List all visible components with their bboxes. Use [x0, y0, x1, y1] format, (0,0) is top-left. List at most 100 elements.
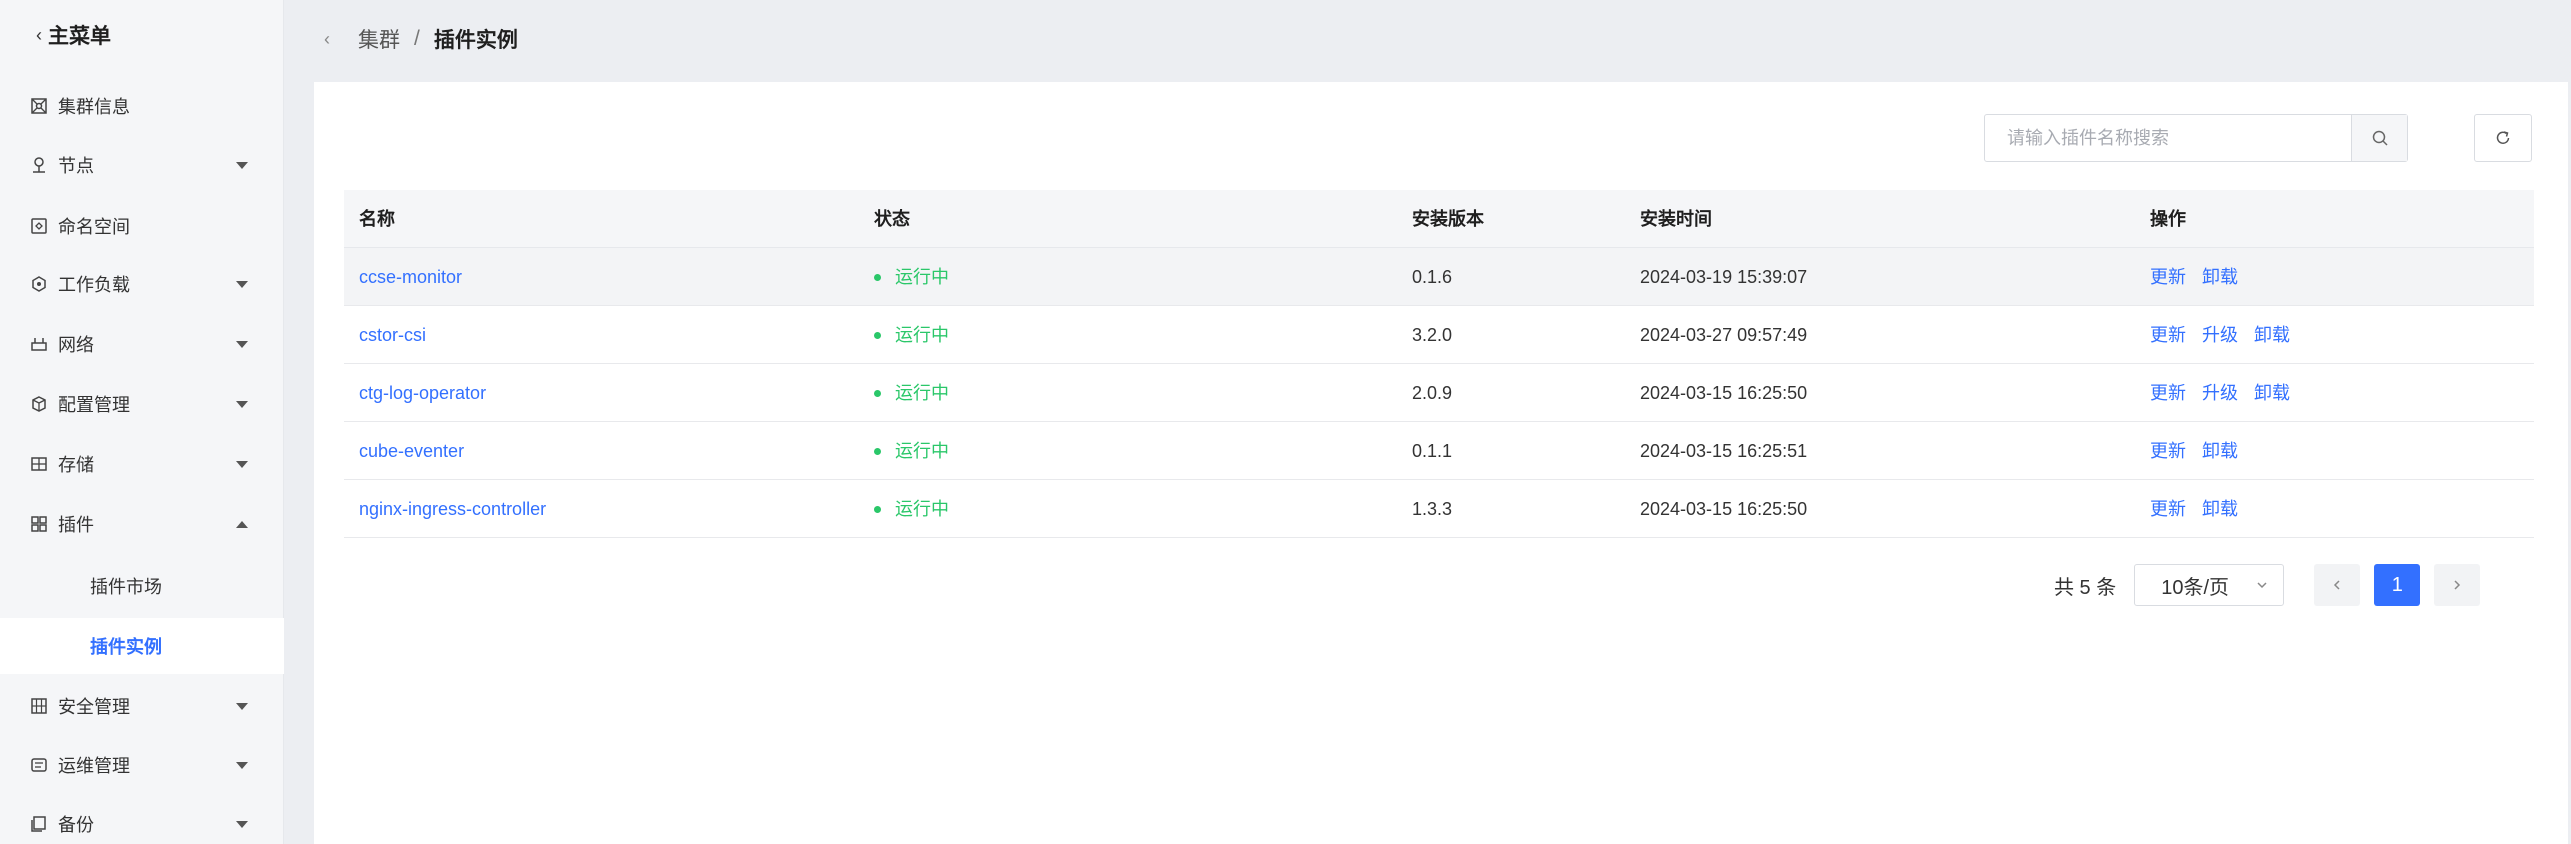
sidebar-item-plugin-market[interactable]: 插件市场	[0, 558, 284, 614]
plugin-name-link[interactable]: nginx-ingress-controller	[359, 480, 546, 538]
upgrade-button[interactable]: 升级	[2202, 306, 2238, 364]
table-row: cube-eventer 运行中 0.1.1 2024-03-15 16:25:…	[344, 422, 2534, 480]
status-text: 运行中	[895, 267, 949, 287]
uninstall-button[interactable]: 卸载	[2254, 364, 2290, 422]
sidebar-item-label: 配置管理	[58, 395, 130, 415]
plugin-name-link[interactable]: ccse-monitor	[359, 248, 462, 306]
prev-page-button[interactable]	[2314, 564, 2361, 606]
sidebar-item-label: 安全管理	[58, 697, 130, 717]
version-cell: 0.1.1	[1412, 441, 1453, 461]
status-badge: 运行中	[874, 248, 949, 306]
version-cell: 2.0.9	[1412, 383, 1453, 403]
sidebar-item-label: 命名空间	[58, 217, 130, 237]
workload-icon	[30, 275, 48, 293]
uninstall-button[interactable]: 卸载	[2202, 422, 2238, 480]
sidebar-item-network[interactable]: 网络	[0, 316, 284, 372]
refresh-icon	[2496, 131, 2510, 144]
table-header: 名称 状态 安装版本 安装时间 操作	[344, 190, 2534, 248]
install-time-cell: 2024-03-15 16:25:51	[1640, 441, 1808, 461]
ops-cell: 更新 卸载	[2150, 480, 2238, 538]
sidebar-item-namespace[interactable]: 命名空间	[0, 198, 284, 254]
status-text: 运行中	[895, 325, 949, 345]
sidebar-item-plugin-instances[interactable]: 插件实例	[0, 618, 284, 674]
plugin-name-link[interactable]: cube-eventer	[359, 422, 464, 480]
status-dot-icon	[874, 273, 881, 281]
sidebar-item-plugins[interactable]: 插件	[0, 496, 284, 552]
sidebar-item-workload[interactable]: 工作负载	[0, 256, 284, 312]
sidebar-item-label: 节点	[58, 156, 94, 176]
search-icon	[2372, 130, 2388, 146]
sidebar-item-security[interactable]: 安全管理	[0, 678, 284, 734]
search-box	[1984, 114, 2408, 162]
caret-down-icon	[236, 460, 248, 468]
search-button[interactable]	[2351, 115, 2407, 161]
sidebar-item-cluster-info[interactable]: 集群信息	[0, 78, 284, 134]
page-number-current[interactable]: 1	[2374, 564, 2421, 606]
status-badge: 运行中	[874, 306, 949, 364]
ops-cell: 更新 卸载	[2150, 248, 2238, 306]
sidebar-item-ops[interactable]: 运维管理	[0, 737, 284, 793]
refresh-button[interactable]	[2474, 114, 2532, 162]
breadcrumb-parent[interactable]: 集群	[358, 24, 400, 54]
sidebar-item-label: 插件市场	[90, 577, 162, 597]
main-menu-back[interactable]: ‹ 主菜单	[36, 20, 111, 50]
header: ‹ 集群 / 插件实例	[284, 0, 2571, 76]
install-time-cell: 2024-03-19 15:39:07	[1640, 267, 1808, 287]
chevron-left-icon: ‹	[36, 24, 42, 45]
status-dot-icon	[874, 447, 881, 455]
status-dot-icon	[874, 505, 881, 513]
table-row: nginx-ingress-controller 运行中 1.3.3 2024-…	[344, 480, 2534, 538]
next-page-button[interactable]	[2434, 564, 2481, 606]
plugin-table: 名称 状态 安装版本 安装时间 操作 ccse-monitor 运行中 0.1.…	[344, 190, 2534, 538]
status-dot-icon	[874, 331, 881, 339]
update-button[interactable]: 更新	[2150, 364, 2186, 422]
uninstall-button[interactable]: 卸载	[2202, 480, 2238, 538]
plugin-icon	[30, 515, 48, 533]
chevron-right-icon	[2454, 580, 2461, 590]
page-size-select[interactable]: 10条/页	[2134, 564, 2285, 606]
column-header-version: 安装版本	[1412, 209, 1484, 229]
chevron-left-icon[interactable]: ‹	[324, 29, 330, 50]
caret-down-icon	[236, 702, 248, 710]
column-header-status: 状态	[874, 209, 910, 229]
caret-down-icon	[236, 820, 248, 828]
update-button[interactable]: 更新	[2150, 480, 2186, 538]
version-cell: 3.2.0	[1412, 325, 1453, 345]
install-time-cell: 2024-03-27 09:57:49	[1640, 325, 1808, 345]
breadcrumb-current: 插件实例	[433, 29, 518, 52]
ops-icon	[30, 756, 48, 774]
sidebar-item-nodes[interactable]: 节点	[0, 137, 284, 193]
update-button[interactable]: 更新	[2150, 248, 2186, 306]
storage-icon	[30, 455, 48, 473]
caret-down-icon	[236, 340, 248, 348]
status-text: 运行中	[895, 499, 949, 519]
search-input[interactable]	[1985, 115, 2351, 161]
backup-icon	[30, 815, 48, 833]
pagination: 共 5 条 10条/页 1	[2054, 564, 2481, 606]
uninstall-button[interactable]: 卸载	[2254, 306, 2290, 364]
uninstall-button[interactable]: 卸载	[2202, 248, 2238, 306]
namespace-icon	[30, 217, 48, 235]
chevron-left-icon	[2334, 580, 2340, 590]
config-icon	[30, 395, 48, 413]
status-badge: 运行中	[874, 364, 949, 422]
sidebar-item-storage[interactable]: 存储	[0, 436, 284, 492]
breadcrumb-separator: /	[414, 27, 420, 50]
sidebar-item-config[interactable]: 配置管理	[0, 376, 284, 432]
table-row: cstor-csi 运行中 3.2.0 2024-03-27 09:57:49 …	[344, 306, 2534, 364]
plugin-name-link[interactable]: ctg-log-operator	[359, 364, 486, 422]
version-cell: 1.3.3	[1412, 499, 1453, 519]
upgrade-button[interactable]: 升级	[2202, 364, 2238, 422]
update-button[interactable]: 更新	[2150, 422, 2186, 480]
sidebar-item-label: 网络	[58, 335, 94, 355]
sidebar-item-backup[interactable]: 备份	[0, 796, 284, 844]
status-badge: 运行中	[874, 422, 949, 480]
network-icon	[30, 335, 48, 353]
ops-cell: 更新 卸载	[2150, 422, 2238, 480]
caret-down-icon	[236, 280, 248, 288]
status-text: 运行中	[895, 441, 949, 461]
plugin-name-link[interactable]: cstor-csi	[359, 306, 426, 364]
security-icon	[30, 697, 48, 715]
update-button[interactable]: 更新	[2150, 306, 2186, 364]
node-icon	[30, 156, 48, 174]
